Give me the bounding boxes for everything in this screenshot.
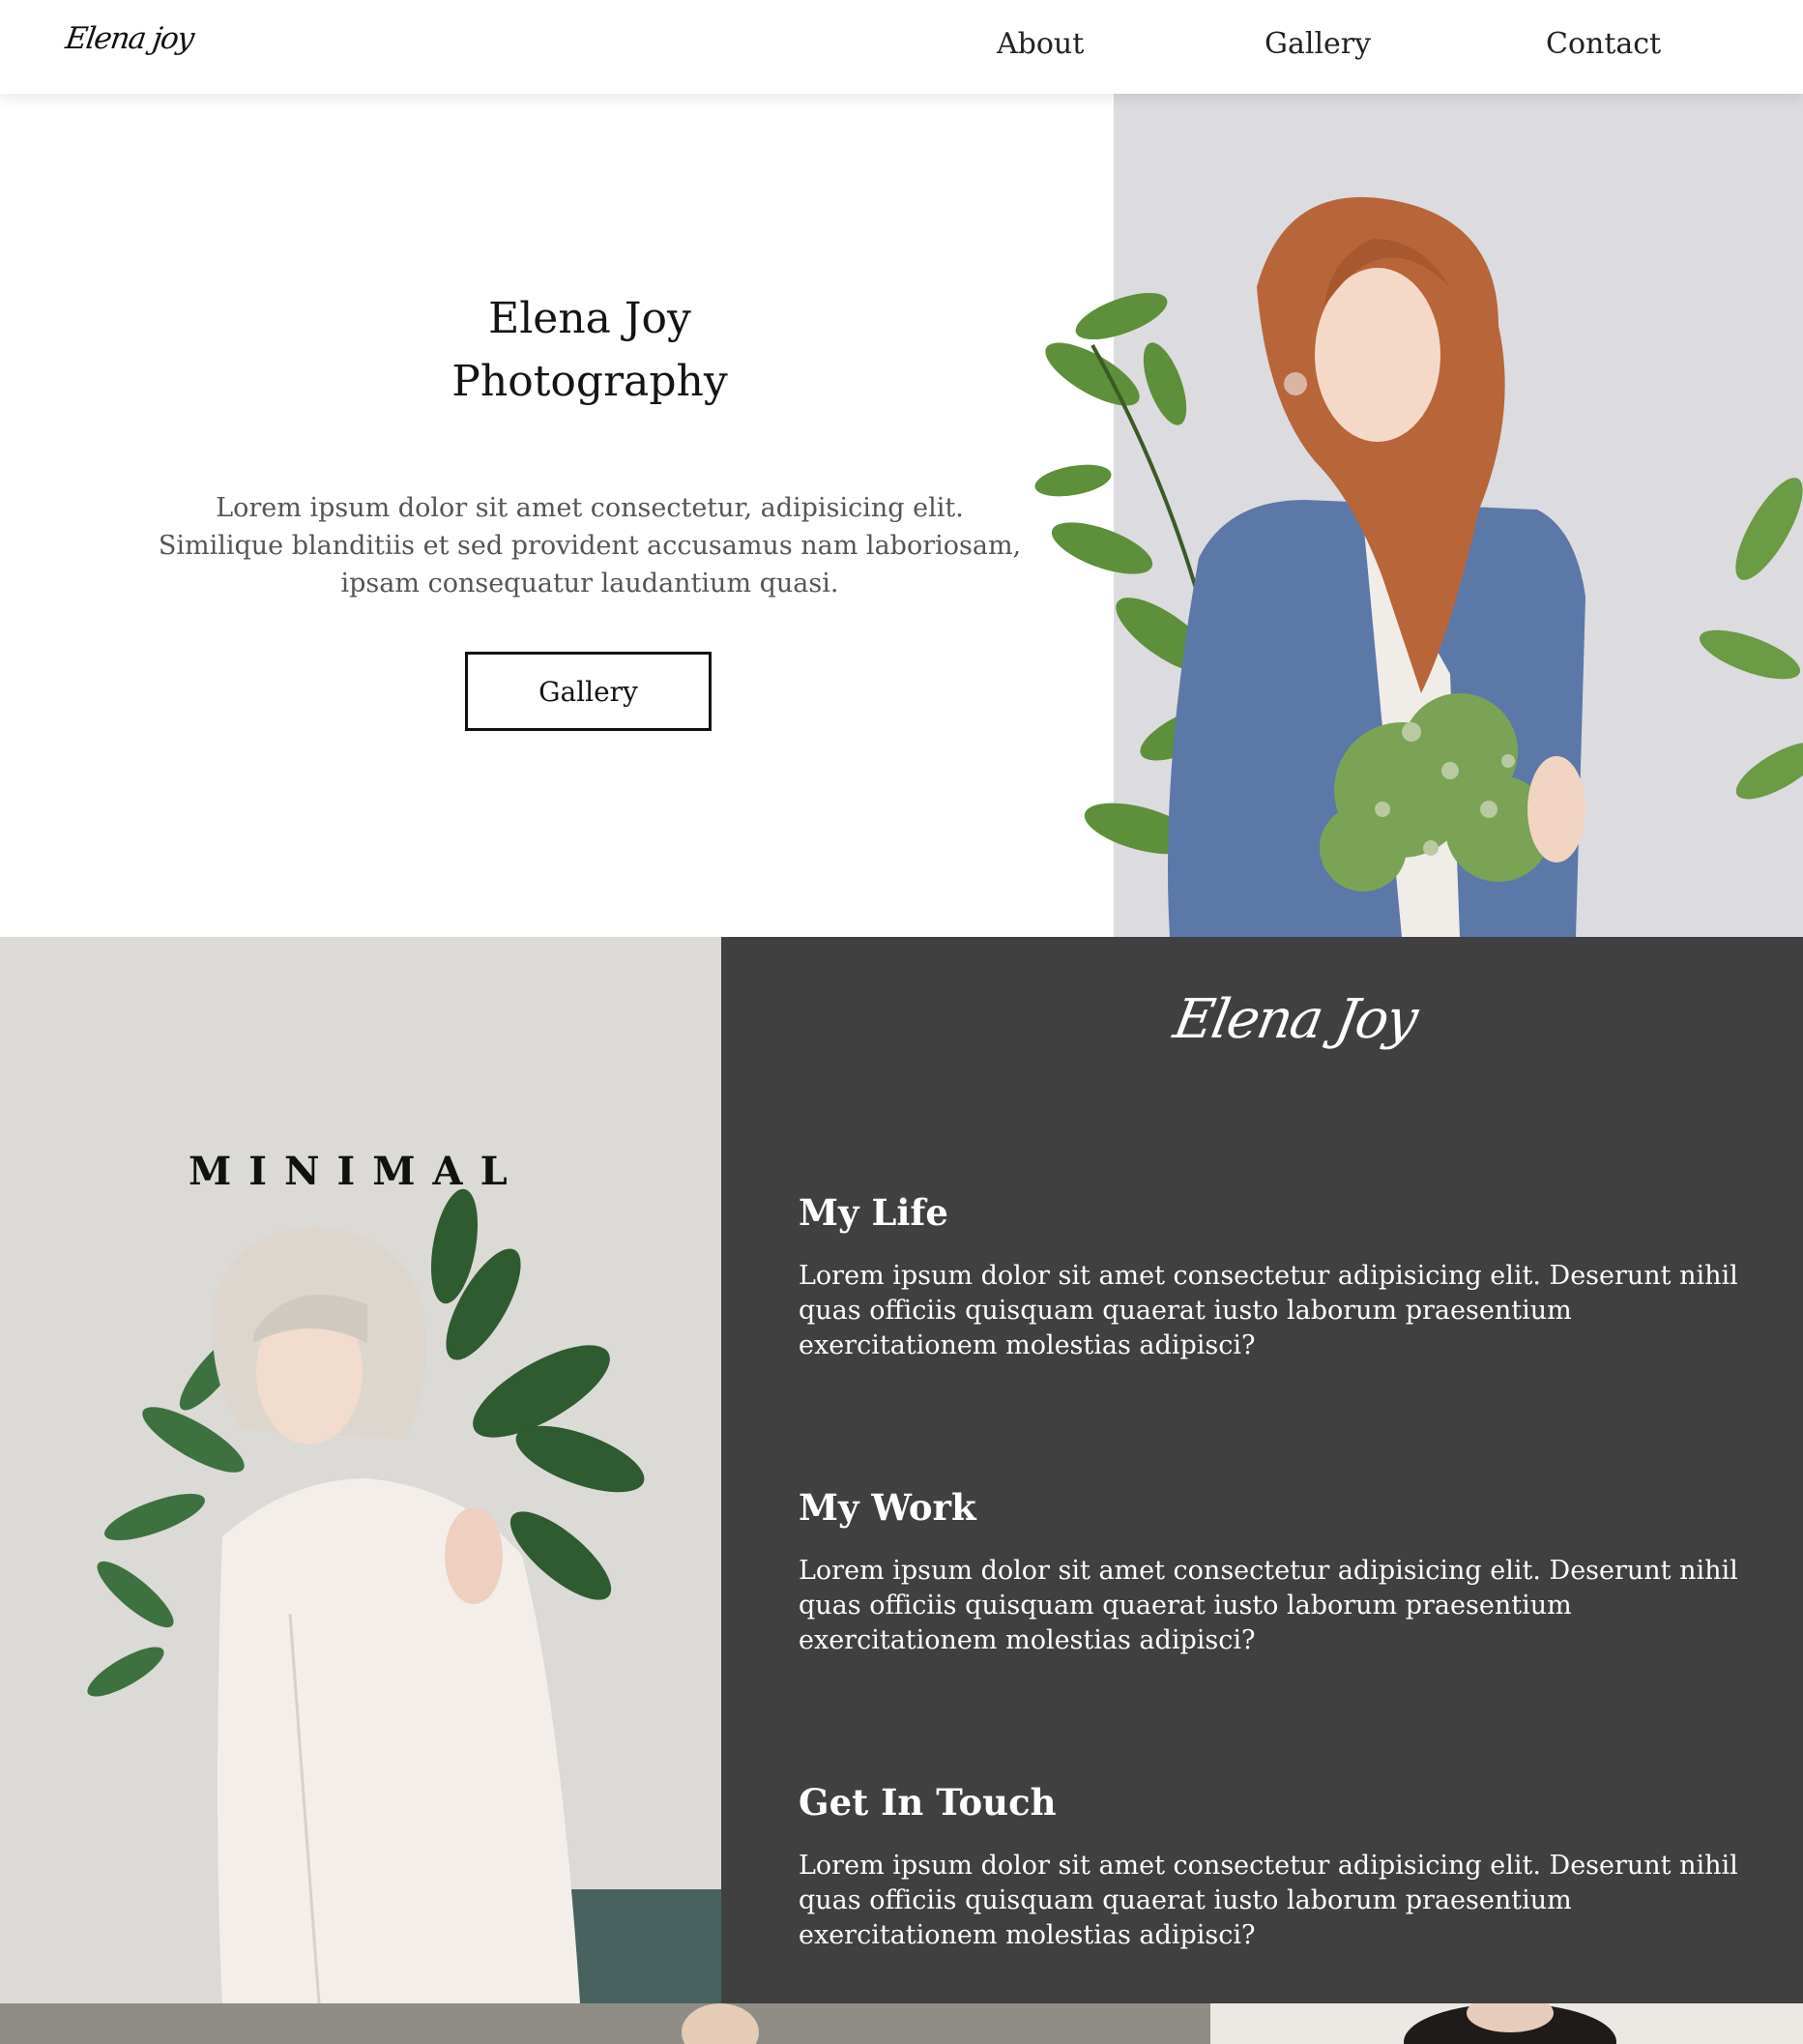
- nav-link-contact[interactable]: Contact: [1546, 27, 1661, 61]
- script-logo: Elena Joy: [1169, 988, 1421, 1051]
- section-text-my-work: Lorem ipsum dolor sit amet consectetur a…: [799, 1556, 1738, 1655]
- section-text-get-in-touch: Lorem ipsum dolor sit amet consectetur a…: [799, 1851, 1738, 1950]
- gallery-photo-1: [0, 2003, 1210, 2044]
- gallery-photo-2: [1210, 2003, 1803, 2044]
- nav-link-gallery[interactable]: Gallery: [1265, 27, 1371, 61]
- hero-title: Elena Joy Photography: [0, 287, 1179, 413]
- hero-description: Lorem ipsum dolor sit amet consectetur, …: [158, 493, 1022, 599]
- about-panel: [721, 937, 1803, 2003]
- hero-photo: [996, 94, 1803, 937]
- site-logo[interactable]: Elena joy: [63, 21, 195, 56]
- hero-title-line2: Photography: [451, 357, 728, 406]
- section-heading-my-life: My Life: [799, 1191, 948, 1234]
- section-text-my-life: Lorem ipsum dolor sit amet consectetur a…: [799, 1261, 1738, 1360]
- hero-title-line1: Elena Joy: [488, 294, 691, 343]
- minimal-photo: [0, 937, 721, 2003]
- minimal-overlay-text: MINIMAL: [189, 1149, 525, 1194]
- gallery-button[interactable]: Gallery: [465, 652, 712, 731]
- section-heading-my-work: My Work: [799, 1486, 976, 1529]
- top-nav: Elena joy About Gallery Contact: [0, 0, 1803, 94]
- nav-link-about[interactable]: About: [997, 27, 1084, 61]
- section-heading-get-in-touch: Get In Touch: [799, 1781, 1057, 1824]
